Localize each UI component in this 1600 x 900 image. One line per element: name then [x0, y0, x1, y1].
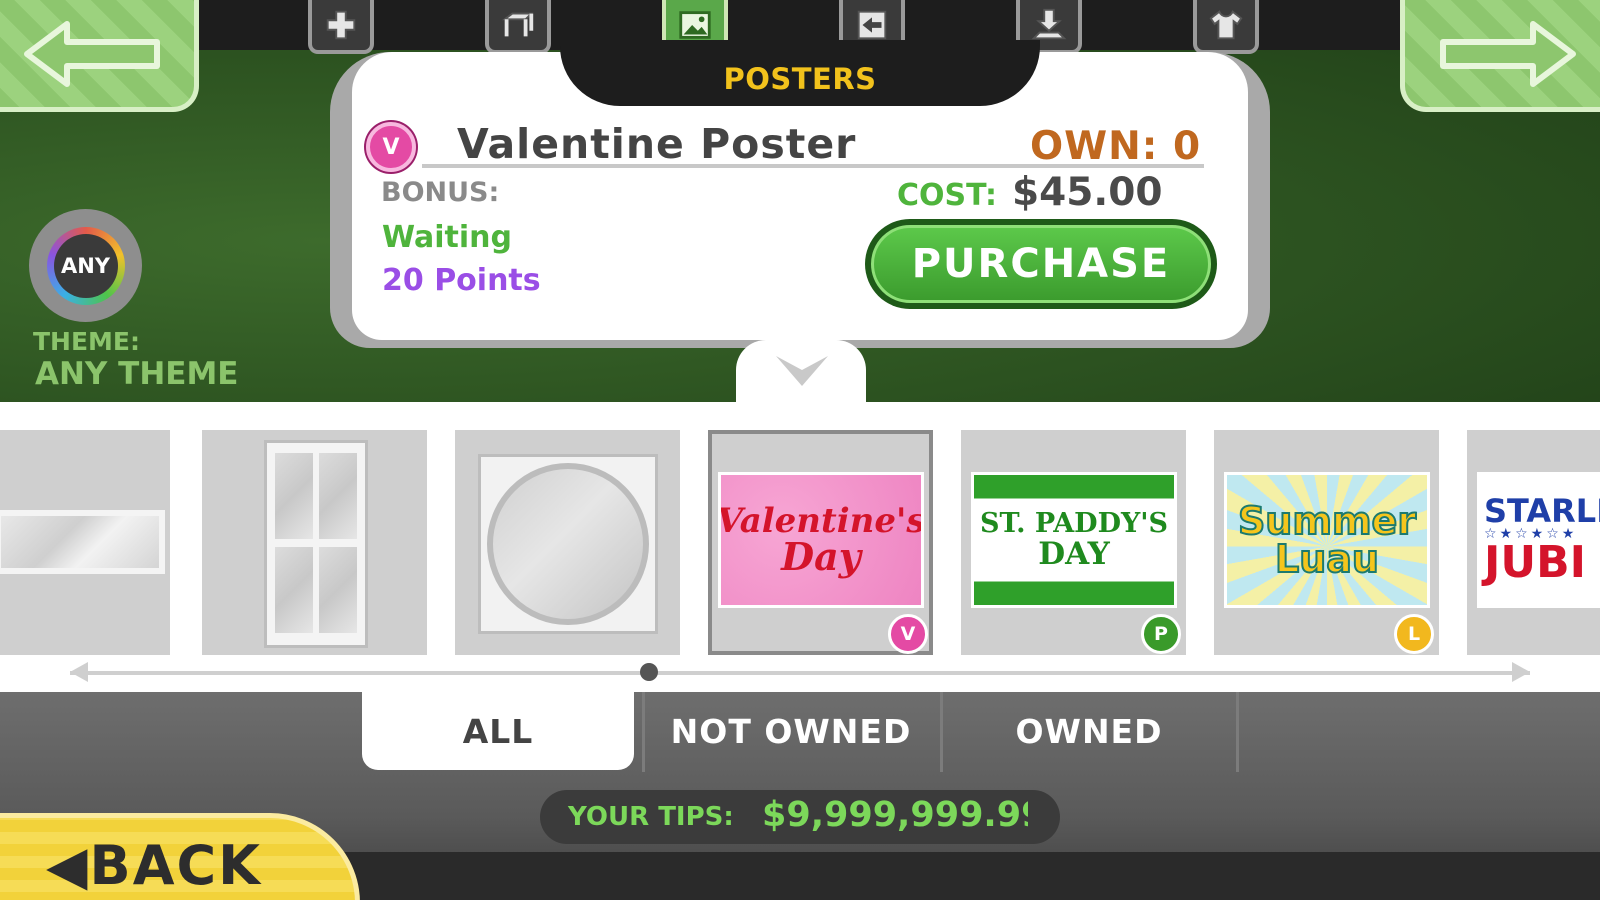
theme-selector-button[interactable]: ANY	[29, 209, 142, 322]
item-card-st-paddys-poster[interactable]: ST. PADDY'S DAY P	[961, 430, 1186, 655]
poster-line1: ST. PADDY'S	[979, 507, 1169, 539]
poster-line1: STARLI	[1484, 492, 1600, 530]
poster-line2: JUBI	[1484, 537, 1587, 588]
poster-line2: Luau	[1274, 537, 1380, 581]
own-count: OWN: 0	[1030, 124, 1202, 169]
purchase-button[interactable]: PURCHASE	[865, 219, 1217, 309]
bonus-status: Waiting	[382, 220, 513, 255]
theme-label: THEME:	[33, 327, 141, 356]
back-label-text: BACK	[89, 834, 262, 897]
valentine-holiday-badge: V	[888, 614, 928, 654]
theme-ring-icon: ANY	[46, 226, 125, 305]
plus-icon	[326, 10, 356, 40]
tips-label: YOUR TIPS:	[568, 802, 734, 832]
item-card-window-tall[interactable]	[202, 430, 427, 655]
chevron-down-icon[interactable]	[772, 352, 832, 396]
tables-category-button[interactable]	[485, 0, 551, 54]
uniform-category-button[interactable]	[1193, 0, 1259, 54]
cost-value: $45.00	[1012, 170, 1163, 215]
scroll-left-icon[interactable]	[68, 660, 90, 684]
filter-tab-not-owned[interactable]: NOT OWNED	[645, 692, 937, 770]
poster-line2: Day	[781, 534, 861, 579]
arrow-right-icon	[1439, 20, 1576, 87]
theme-value: ANY THEME	[35, 356, 239, 392]
valentine-holiday-badge: V	[366, 122, 416, 172]
valentine-poster-preview: Valentine's Day	[718, 472, 924, 608]
item-card-window-horizontal[interactable]	[0, 430, 170, 655]
scroll-thumb[interactable]	[640, 663, 658, 681]
item-card-valentine-poster[interactable]: Valentine's Day V	[708, 430, 933, 655]
window-preview	[0, 510, 165, 574]
add-category-button[interactable]	[308, 0, 374, 54]
shirt-icon	[1209, 10, 1243, 40]
divider	[1236, 692, 1239, 772]
window-preview	[264, 440, 368, 648]
bonus-label: BONUS:	[381, 177, 500, 208]
purchase-button-label: PURCHASE	[871, 225, 1211, 303]
poster-icon	[679, 11, 711, 39]
item-card-mirror-round[interactable]	[455, 430, 680, 655]
theme-badge: ANY	[53, 233, 118, 298]
tips-value: $9,999,999.99	[762, 795, 1028, 835]
back-button-label[interactable]: ◀BACK	[46, 834, 262, 897]
previous-category-button[interactable]	[0, 0, 199, 112]
bonus-points: 20 Points	[382, 263, 541, 298]
poster-line1: Summer	[1237, 499, 1417, 543]
summer-luau-poster-preview: Summer Luau	[1224, 472, 1430, 608]
back-wall-icon	[857, 10, 887, 40]
filter-tab-owned[interactable]: OWNED	[943, 692, 1235, 770]
st-paddys-holiday-badge: P	[1141, 614, 1181, 654]
poster-line2: DAY	[1038, 535, 1110, 572]
table-icon	[501, 12, 534, 37]
next-category-button[interactable]	[1400, 0, 1600, 112]
item-card-starlight-poster[interactable]: STARLI ☆★☆★☆★ JUBI	[1467, 430, 1600, 655]
floor-icon	[1031, 8, 1067, 40]
luau-holiday-badge: L	[1394, 614, 1434, 654]
section-title: POSTERS	[723, 62, 877, 96]
item-card-summer-luau-poster[interactable]: Summer Luau L	[1214, 430, 1439, 655]
mirror-preview	[478, 454, 658, 634]
starlight-poster-preview: STARLI ☆★☆★☆★ JUBI	[1477, 472, 1600, 608]
filter-tab-all[interactable]: ALL	[362, 692, 634, 770]
scroll-track[interactable]	[70, 671, 1530, 675]
scroll-right-icon[interactable]	[1510, 660, 1532, 684]
poster-line1: Valentine's	[718, 501, 924, 541]
st-paddys-poster-preview: ST. PADDY'S DAY	[971, 472, 1177, 608]
arrow-left-icon	[24, 20, 160, 87]
cost-label: COST:	[897, 178, 997, 213]
item-name: Valentine Poster	[457, 120, 857, 168]
